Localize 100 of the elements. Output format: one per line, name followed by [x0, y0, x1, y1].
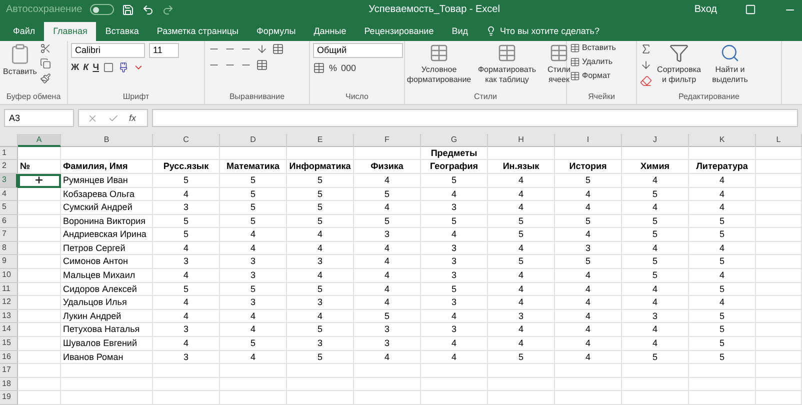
empty-cell	[220, 391, 287, 405]
column-header[interactable]: A	[18, 134, 61, 147]
row-header[interactable]: 5	[0, 201, 18, 215]
row-header[interactable]: 11	[0, 282, 18, 296]
eraser-icon[interactable]	[640, 74, 652, 87]
table-cell: 4	[153, 242, 220, 256]
column-header[interactable]: F	[354, 134, 421, 147]
tell-me-field[interactable]: Что вы хотите сделать?	[477, 22, 608, 41]
styles-button[interactable]: Условное форматирование	[408, 42, 470, 85]
cancel-icon[interactable]	[87, 112, 98, 124]
table-cell: 4	[555, 282, 622, 296]
fill-color-icon[interactable]	[118, 62, 130, 73]
bold-button[interactable]: Ж	[71, 62, 80, 72]
row-header[interactable]: 2	[0, 160, 18, 174]
formula-field[interactable]	[152, 109, 798, 128]
table-cell: 5	[153, 214, 220, 228]
enter-icon[interactable]	[108, 112, 119, 124]
table-cell: Лукин Андрей	[61, 310, 153, 324]
ribbon-tab[interactable]: Вид	[442, 22, 477, 41]
copy-icon[interactable]	[40, 58, 51, 69]
sort-filter-icon[interactable]	[669, 42, 689, 63]
styles-button[interactable]: Форматировать как таблицу	[474, 42, 540, 85]
column-header[interactable]: H	[488, 134, 555, 147]
paste-button[interactable]: Вставить	[3, 42, 37, 77]
clipboard-icon[interactable]	[9, 42, 31, 65]
autosave-toggle[interactable]	[90, 4, 114, 16]
sort-filter-button[interactable]: Сортировка и фильтр	[655, 42, 703, 85]
table-cell: Русс.язык	[153, 160, 220, 174]
find-select-button[interactable]: Найти и выделить	[706, 42, 754, 85]
cells-icon[interactable]	[570, 70, 580, 81]
row-header[interactable]: 10	[0, 269, 18, 283]
borders-icon[interactable]	[103, 62, 114, 73]
ribbon-tab[interactable]: Файл	[4, 22, 44, 41]
row-header[interactable]: 16	[0, 350, 18, 364]
ribbon-tab[interactable]: Данные	[304, 22, 356, 41]
font-size-field[interactable]: 11	[149, 42, 179, 58]
table-cell: 5	[689, 228, 756, 242]
row-header[interactable]: 3	[0, 174, 18, 188]
column-header[interactable]: L	[756, 134, 802, 147]
table-cell: 4	[488, 269, 555, 283]
empty-cell	[689, 146, 756, 160]
number-format-field[interactable]: Общий	[313, 42, 403, 58]
underline-button[interactable]: Ч	[92, 62, 100, 72]
ribbon-tab[interactable]: Формулы	[248, 22, 305, 41]
row-header[interactable]: 8	[0, 242, 18, 256]
row-header[interactable]: 19	[0, 391, 18, 405]
table-cell: 4	[555, 337, 622, 351]
ribbon-tab[interactable]: Разметка страницы	[148, 22, 248, 41]
table-cell: 4	[689, 242, 756, 256]
table-cell: 5	[153, 282, 220, 296]
empty-cell	[555, 146, 622, 160]
cut-icon[interactable]	[40, 42, 51, 54]
table-cell: 5	[622, 350, 689, 364]
format-painter-icon[interactable]	[40, 72, 51, 84]
row-header[interactable]: 13	[0, 310, 18, 324]
column-header[interactable]: B	[61, 134, 153, 147]
undo-icon[interactable]	[142, 4, 154, 16]
ribbon-display-icon[interactable]	[745, 4, 756, 16]
sum-icon[interactable]	[640, 42, 652, 55]
row-header[interactable]: 15	[0, 337, 18, 351]
column-header[interactable]: G	[421, 134, 488, 147]
row-header[interactable]: 18	[0, 378, 18, 392]
empty-cell	[220, 146, 287, 160]
thousands-button[interactable]: 000	[341, 62, 356, 73]
table-style-icon[interactable]	[429, 42, 449, 63]
column-header[interactable]: C	[153, 134, 220, 147]
table-cell: 3	[421, 323, 488, 338]
table-style-icon[interactable]	[549, 42, 569, 63]
sign-in-link[interactable]: Вход	[694, 4, 717, 16]
table-cell: 4	[622, 296, 689, 310]
font-name-field[interactable]: Calibri	[71, 42, 145, 58]
row-header[interactable]: 6	[0, 214, 18, 228]
row-header[interactable]: 17	[0, 364, 18, 378]
ribbon-tab[interactable]: Вставка	[96, 22, 148, 41]
cells-icon[interactable]	[570, 42, 580, 53]
percent-button[interactable]: %	[329, 62, 338, 73]
save-icon[interactable]	[122, 4, 134, 16]
column-header[interactable]: E	[287, 134, 354, 147]
table-cell: 4	[488, 296, 555, 310]
row-header[interactable]: 12	[0, 296, 18, 310]
cells-icon[interactable]	[570, 56, 580, 67]
row-header[interactable]: 14	[0, 323, 18, 338]
column-header[interactable]: I	[555, 134, 622, 147]
italic-button[interactable]: К	[83, 62, 89, 72]
table-cell: 5	[287, 282, 354, 296]
row-header[interactable]: 1	[0, 146, 18, 160]
insert-function-button[interactable]: fx	[129, 113, 136, 124]
column-header[interactable]: D	[220, 134, 287, 147]
ribbon-tab[interactable]: Рецензирование	[355, 22, 443, 41]
ribbon-tab[interactable]: Главная	[44, 22, 96, 41]
column-header[interactable]: K	[689, 134, 756, 147]
row-header[interactable]: 9	[0, 255, 18, 270]
column-header[interactable]: J	[622, 134, 689, 147]
row-header[interactable]: 4	[0, 188, 18, 202]
row-header[interactable]: 7	[0, 228, 18, 242]
name-box[interactable]: A3	[4, 109, 74, 128]
table-style-icon[interactable]	[497, 42, 517, 63]
redo-icon[interactable]	[162, 4, 174, 16]
table-cell: Петухова Наталья	[61, 323, 153, 338]
search-icon[interactable]	[720, 42, 740, 63]
